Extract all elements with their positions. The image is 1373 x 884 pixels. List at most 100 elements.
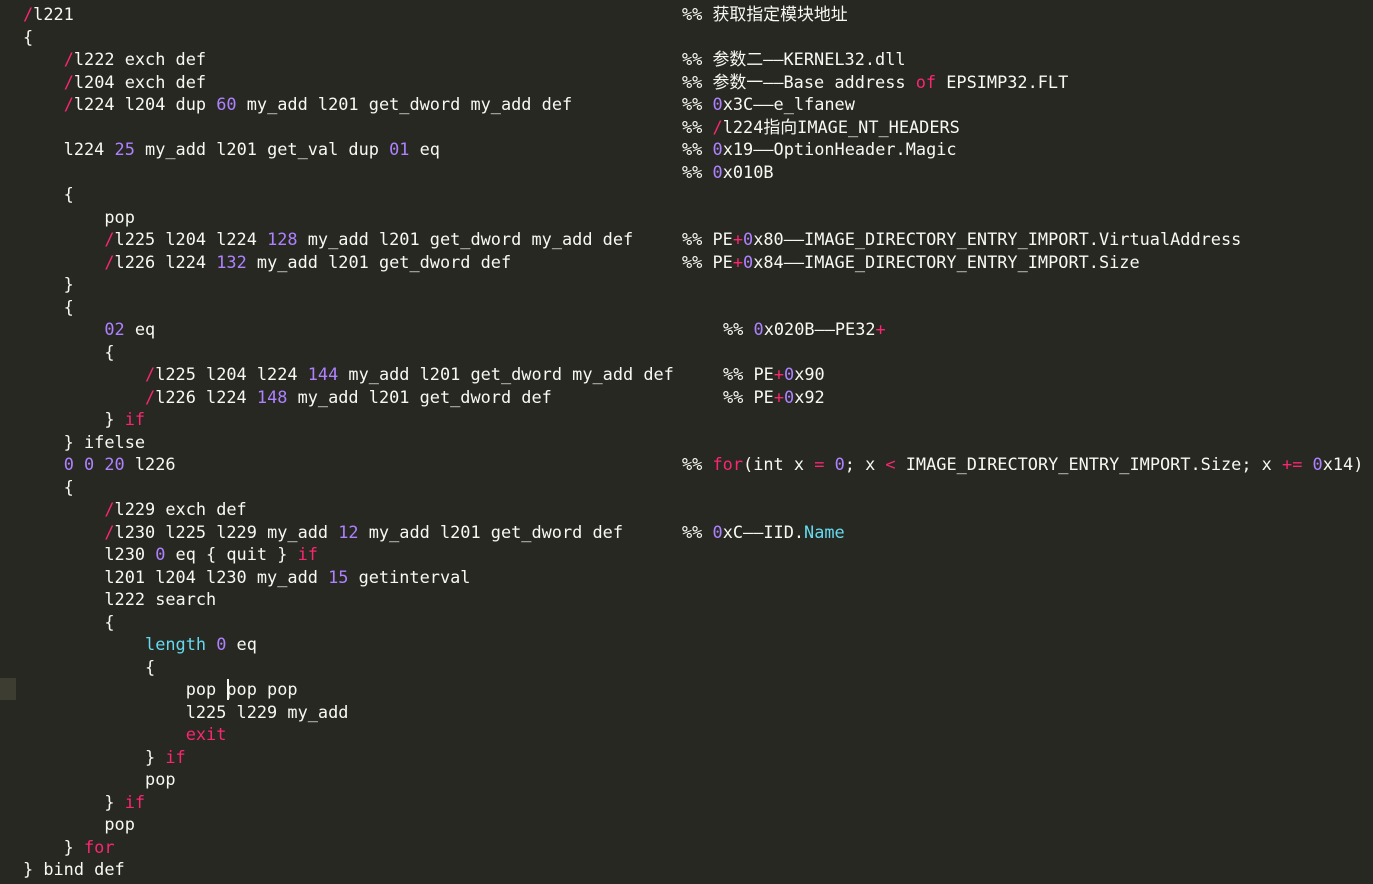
code-token: /: [63, 71, 74, 92]
comment-token: x90: [794, 364, 825, 384]
code-line[interactable]: }: [23, 273, 74, 296]
comment-token: 0: [753, 319, 764, 339]
code-token: 02: [104, 319, 125, 339]
code-line[interactable]: {: [23, 341, 114, 364]
code-token: eq: [226, 634, 257, 654]
code-comment[interactable]: %% PE+0x84——IMAGE_DIRECTORY_ENTRY_IMPORT…: [682, 251, 1140, 274]
comment-token: %%: [682, 94, 713, 114]
code-line[interactable]: 0 0 20 l226: [23, 453, 176, 476]
code-line[interactable]: } if: [23, 746, 186, 769]
comment-token: x14): [1322, 454, 1364, 474]
code-token: pop: [23, 769, 176, 789]
current-line-gutter-marker: [0, 678, 16, 700]
code-line[interactable]: } bind def: [23, 858, 125, 881]
code-comment[interactable]: %% /l224指向IMAGE_NT_HEADERS: [682, 116, 960, 139]
code-line[interactable]: /l225 l204 l224 144 my_add l201 get_dwor…: [23, 363, 674, 386]
code-line[interactable]: {: [23, 476, 74, 499]
code-token: l225 l204 l224: [114, 229, 268, 249]
code-line[interactable]: } if: [23, 791, 145, 814]
comment-token: x3C——e_lfanew: [722, 94, 855, 114]
code-comment[interactable]: %% 0x19——OptionHeader.Magic: [682, 138, 957, 161]
code-line[interactable]: /l221: [23, 3, 74, 26]
code-line[interactable]: /l225 l204 l224 128 my_add l201 get_dwor…: [23, 228, 633, 251]
code-comment[interactable]: %% 获取指定模块地址: [682, 3, 848, 26]
code-line[interactable]: 02 eq: [23, 318, 155, 341]
code-line[interactable]: /l229 exch def: [23, 498, 246, 521]
comment-token: +: [773, 386, 785, 407]
code-line[interactable]: l224 25 my_add l201 get_val dup 01 eq: [23, 138, 440, 161]
code-comment[interactable]: %% 参数二——KERNEL32.dll: [682, 48, 906, 71]
code-token: 15: [328, 566, 349, 587]
code-token: pop pop pop: [23, 679, 298, 699]
code-comment[interactable]: %% 0x3C——e_lfanew: [682, 93, 855, 116]
code-token: {: [23, 476, 74, 497]
comment-token: [1302, 454, 1312, 474]
text-cursor: [227, 679, 229, 700]
code-line[interactable]: l225 l229 my_add: [23, 701, 349, 724]
code-line[interactable]: /l226 l224 132 my_add l201 get_dword def: [23, 251, 511, 274]
code-line[interactable]: /l222 exch def: [23, 48, 206, 71]
code-line[interactable]: pop: [23, 768, 176, 791]
code-token: 0: [84, 454, 95, 474]
code-line[interactable]: /l230 l225 l229 my_add 12 my_add l201 ge…: [23, 521, 623, 544]
comment-token: /: [712, 116, 723, 137]
code-line[interactable]: exit: [23, 723, 227, 746]
comment-token: %%: [682, 161, 713, 182]
code-token: }: [23, 746, 166, 767]
code-comment[interactable]: %% 0x020B——PE32+: [723, 318, 886, 341]
code-comment[interactable]: %% PE+0x92: [723, 386, 825, 409]
code-token: l226: [124, 454, 176, 474]
code-line[interactable]: l230 0 eq { quit } if: [23, 543, 318, 566]
code-line[interactable]: } ifelse: [23, 431, 145, 454]
comment-token: ; x: [844, 454, 886, 474]
code-line[interactable]: } if: [23, 408, 145, 431]
code-token: my_add l201 get_dword my_add def: [338, 364, 674, 384]
code-token: l225 l229 my_add: [23, 701, 349, 722]
code-comment[interactable]: %% PE+0x90: [723, 363, 825, 386]
code-line[interactable]: pop: [23, 206, 135, 229]
code-line[interactable]: /l224 l204 dup 60 my_add l201 get_dword …: [23, 93, 572, 116]
code-line[interactable]: {: [23, 611, 114, 634]
code-line[interactable]: pop pop pop: [23, 678, 298, 701]
code-line[interactable]: /l226 l224 148 my_add l201 get_dword def: [23, 386, 552, 409]
code-token: /: [63, 49, 74, 69]
comment-token: %% PE: [682, 251, 733, 272]
code-token: l204 exch def: [73, 71, 207, 92]
code-token: l226 l224: [114, 251, 217, 272]
code-token: /: [104, 521, 115, 542]
comment-token: %% PE: [723, 386, 774, 407]
code-line[interactable]: {: [23, 656, 155, 679]
code-line[interactable]: {: [23, 183, 74, 206]
code-token: 60: [216, 94, 237, 114]
code-token: l230 l225 l229 my_add: [114, 521, 339, 542]
code-comment[interactable]: %% PE+0x80——IMAGE_DIRECTORY_ENTRY_IMPORT…: [682, 228, 1241, 251]
code-line[interactable]: } for: [23, 836, 115, 859]
code-line[interactable]: /l204 exch def: [23, 71, 206, 94]
code-comment[interactable]: %% for(int x = 0; x < IMAGE_DIRECTORY_EN…: [682, 453, 1363, 476]
code-line[interactable]: {: [23, 296, 74, 319]
comment-token: of: [915, 71, 937, 92]
code-line[interactable]: {: [23, 26, 33, 49]
code-token: my_add l201 get_dword my_add def: [236, 94, 573, 114]
code-line[interactable]: l201 l204 l230 my_add 15 getinterval: [23, 566, 470, 589]
code-token: 144: [307, 364, 339, 384]
comment-token: [824, 454, 834, 474]
code-token: if: [165, 746, 186, 767]
code-line[interactable]: pop: [23, 813, 135, 836]
code-comment[interactable]: %% 0xC——IID.Name: [682, 521, 845, 544]
code-comment[interactable]: %% 0x010B: [682, 161, 774, 184]
code-token: /: [145, 364, 156, 384]
comment-token: +: [732, 251, 744, 272]
code-token: if: [297, 544, 318, 564]
code-line[interactable]: l222 search: [23, 588, 216, 611]
code-token: getinterval: [348, 566, 471, 587]
code-line[interactable]: length 0 eq: [23, 633, 257, 656]
code-editor[interactable]: /l221 %% 获取指定模块地址 { /l222 exch def %% 参数二——…: [0, 0, 1373, 884]
code-comment[interactable]: %% 参数一——Base address of EPSIMP32.FLT: [682, 71, 1068, 94]
